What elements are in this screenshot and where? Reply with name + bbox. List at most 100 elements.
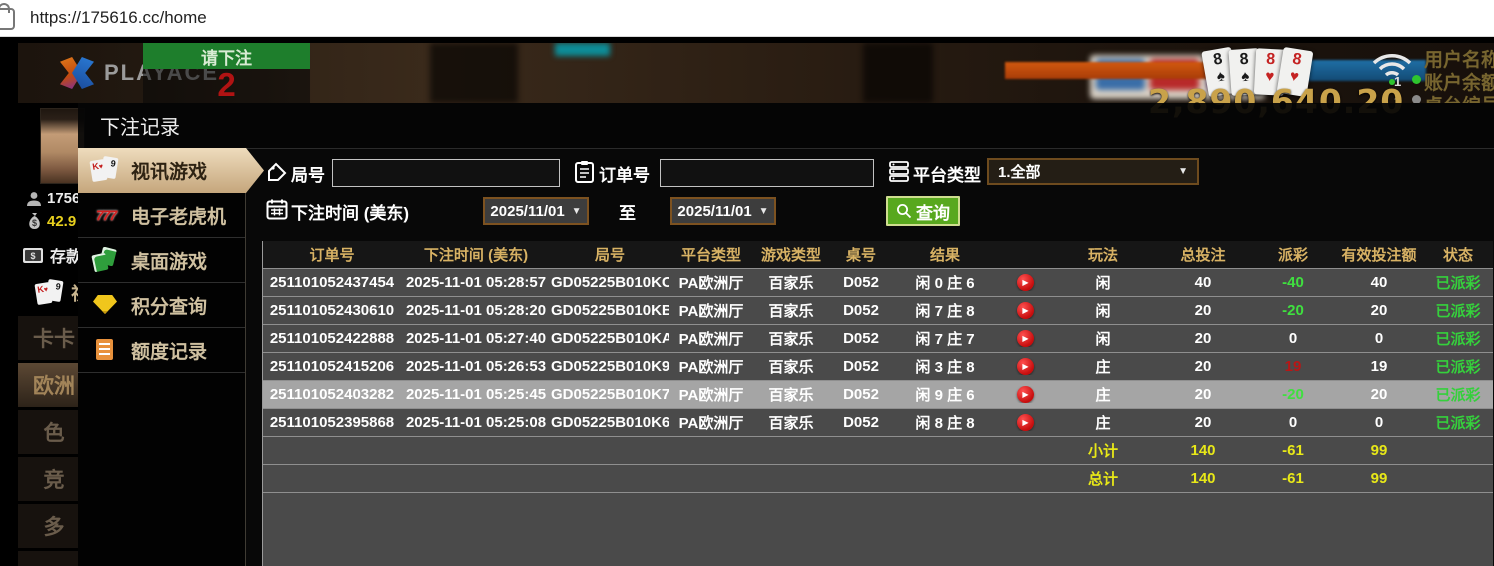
cell-payout: -61 xyxy=(1282,442,1304,459)
order-input[interactable] xyxy=(660,159,874,187)
cell-platform: PA欧洲厅 xyxy=(678,359,744,376)
cell-order-no: 251101052430610 xyxy=(269,302,395,319)
cell-bet-time: 2025-11-01 05:27:40 xyxy=(405,330,547,347)
round-tag-icon xyxy=(266,161,288,183)
cell-play: ▶ xyxy=(997,302,1053,319)
play-video-button[interactable]: ▶ xyxy=(1016,302,1034,319)
table-row[interactable]: 251101052430610 2025-11-01 05:28:20 GD0522… xyxy=(263,296,1493,324)
cell-game-type: 百家乐 xyxy=(768,387,814,404)
cell-play: ▶ xyxy=(997,274,1053,291)
chevron-down-icon: ▼ xyxy=(1178,166,1188,177)
deposit-icon: $ xyxy=(23,247,43,263)
play-video-button[interactable]: ▶ xyxy=(1016,358,1034,375)
cell-platform: PA欧洲厅 xyxy=(678,387,744,404)
table-row[interactable]: 251101052437454 2025-11-01 05:28:57 GD0522… xyxy=(263,268,1493,296)
deposit-button[interactable]: $ 存款 xyxy=(22,243,82,267)
sidebar-item-label: 桌面游戏 xyxy=(131,251,208,273)
cell-platform: PA欧洲厅 xyxy=(678,275,744,292)
hud-label: 桌台编号 xyxy=(1424,91,1494,103)
play-icon: ▶ xyxy=(1022,305,1029,315)
cell-game-type: 百家乐 xyxy=(768,359,814,376)
cell-round-no: GD05225B010K6 xyxy=(551,414,669,431)
play-video-button[interactable]: ▶ xyxy=(1016,386,1034,403)
cell-valid-bet: 20 xyxy=(1370,302,1388,319)
cell-bet-time: 2025-11-01 05:28:20 xyxy=(405,302,547,319)
cell-table-no: D052 xyxy=(843,274,879,291)
cell-valid-bet: 0 xyxy=(1374,330,1384,347)
order-clipboard-icon xyxy=(574,160,596,183)
cell-valid-bet: 99 xyxy=(1370,442,1388,459)
sidebar-item-video-cards[interactable]: 9 K♥ 视讯游戏 xyxy=(78,148,264,193)
column-header: 局号 xyxy=(594,247,625,264)
platform-select[interactable]: 1.全部 ▼ xyxy=(987,158,1199,185)
cell-order-no: 251101052437454 xyxy=(269,274,395,291)
play-video-button[interactable]: ▶ xyxy=(1016,330,1034,347)
platform-server-icon xyxy=(888,160,910,182)
cell-total-bet: 140 xyxy=(1190,442,1216,459)
column-header: 总投注 xyxy=(1180,247,1226,264)
cell-payout: -20 xyxy=(1282,302,1304,319)
card-rank: 8 xyxy=(1291,50,1303,69)
countdown-number: 2 xyxy=(217,66,236,103)
column-header: 结果 xyxy=(929,247,960,264)
user-icon xyxy=(26,191,42,207)
round-input[interactable] xyxy=(332,159,560,187)
cell-platform: PA欧洲厅 xyxy=(678,415,744,432)
cell-payout: 0 xyxy=(1288,330,1298,347)
query-button-label: 查询 xyxy=(916,203,950,223)
cell-total-bet: 20 xyxy=(1194,302,1212,319)
camera-status-dot xyxy=(1412,75,1421,84)
play-video-button[interactable]: ▶ xyxy=(1016,414,1034,431)
cell-result: 闲 0 庄 6 xyxy=(915,275,975,292)
cell-order-no: 251101052415206 xyxy=(269,358,395,375)
query-button[interactable]: 查询 xyxy=(886,196,960,226)
column-header: 订单号 xyxy=(309,247,355,264)
play-icon: ▶ xyxy=(1022,333,1029,343)
table-row[interactable]: 251101052422888 2025-11-01 05:27:40 GD0522… xyxy=(263,324,1493,352)
cell-bet-time: 2025-11-01 05:25:45 xyxy=(405,386,547,403)
sidebar-item-label: 积分查询 xyxy=(131,296,208,318)
cell-status: 已派彩 xyxy=(1435,387,1481,404)
cell-total-bet: 140 xyxy=(1190,470,1216,487)
browser-url-bar: https://175616.cc/home xyxy=(0,0,1494,37)
bet-time-filter-label: 下注时间 (美东) xyxy=(291,204,410,223)
sidebar-item-label: 电子老虎机 xyxy=(131,206,227,228)
play-video-button[interactable]: ▶ xyxy=(1016,274,1034,291)
scene-orange-bar xyxy=(1005,62,1210,79)
cell-total-bet: 20 xyxy=(1194,330,1212,347)
url-text[interactable]: https://175616.cc/home xyxy=(30,8,207,28)
cell-payout: 19 xyxy=(1284,358,1302,375)
cell-status: 已派彩 xyxy=(1435,415,1481,432)
table-row[interactable]: 251101052395868 2025-11-01 05:25:08 GD0522… xyxy=(263,408,1493,436)
date-to-select[interactable]: 2025/11/01 ▼ xyxy=(670,197,776,225)
sidebar-item-table-games[interactable]: 桌面游戏 xyxy=(78,238,245,283)
total-label: 总计 xyxy=(1087,471,1118,488)
cell-status: 已派彩 xyxy=(1435,331,1481,348)
sidebar-item-slots-777[interactable]: 777 电子老虎机 xyxy=(78,193,245,238)
table-row[interactable]: 251101052403282 2025-11-01 05:25:45 GD0522… xyxy=(263,380,1493,408)
cell-total-bet: 20 xyxy=(1194,358,1212,375)
cell-play-type: 闲 xyxy=(1095,303,1111,320)
cell-payout: -61 xyxy=(1282,470,1304,487)
cell-play-type: 庄 xyxy=(1095,387,1111,404)
cell-status: 已派彩 xyxy=(1435,303,1481,320)
table-body: 251101052437454 2025-11-01 05:28:57 GD0522… xyxy=(263,268,1493,492)
subtotal-label: 小计 xyxy=(1087,443,1118,460)
chevron-down-icon: ▼ xyxy=(571,205,582,217)
points-gem-icon xyxy=(91,291,121,319)
cell-play-type: 庄 xyxy=(1095,415,1111,432)
cell-table-no: D052 xyxy=(843,414,879,431)
cell-game-type: 百家乐 xyxy=(768,415,814,432)
sidebar-item-credit-doc[interactable]: 额度记录 xyxy=(78,328,245,373)
cell-order-no: 251101052403282 xyxy=(269,386,395,403)
card-rank: 8 xyxy=(1211,50,1224,69)
moneybag-icon: $ xyxy=(26,212,43,230)
cell-total-bet: 20 xyxy=(1194,386,1212,403)
cell-play: ▶ xyxy=(997,414,1053,431)
table-row[interactable]: 251101052415206 2025-11-01 05:26:53 GD0522… xyxy=(263,352,1493,380)
platform-select-value: 1.全部 xyxy=(998,164,1041,181)
column-header: 桌号 xyxy=(845,247,876,264)
date-from-select[interactable]: 2025/11/01 ▼ xyxy=(483,197,589,225)
sidebar-item-points-gem[interactable]: 积分查询 xyxy=(78,283,245,328)
search-icon xyxy=(897,204,912,219)
